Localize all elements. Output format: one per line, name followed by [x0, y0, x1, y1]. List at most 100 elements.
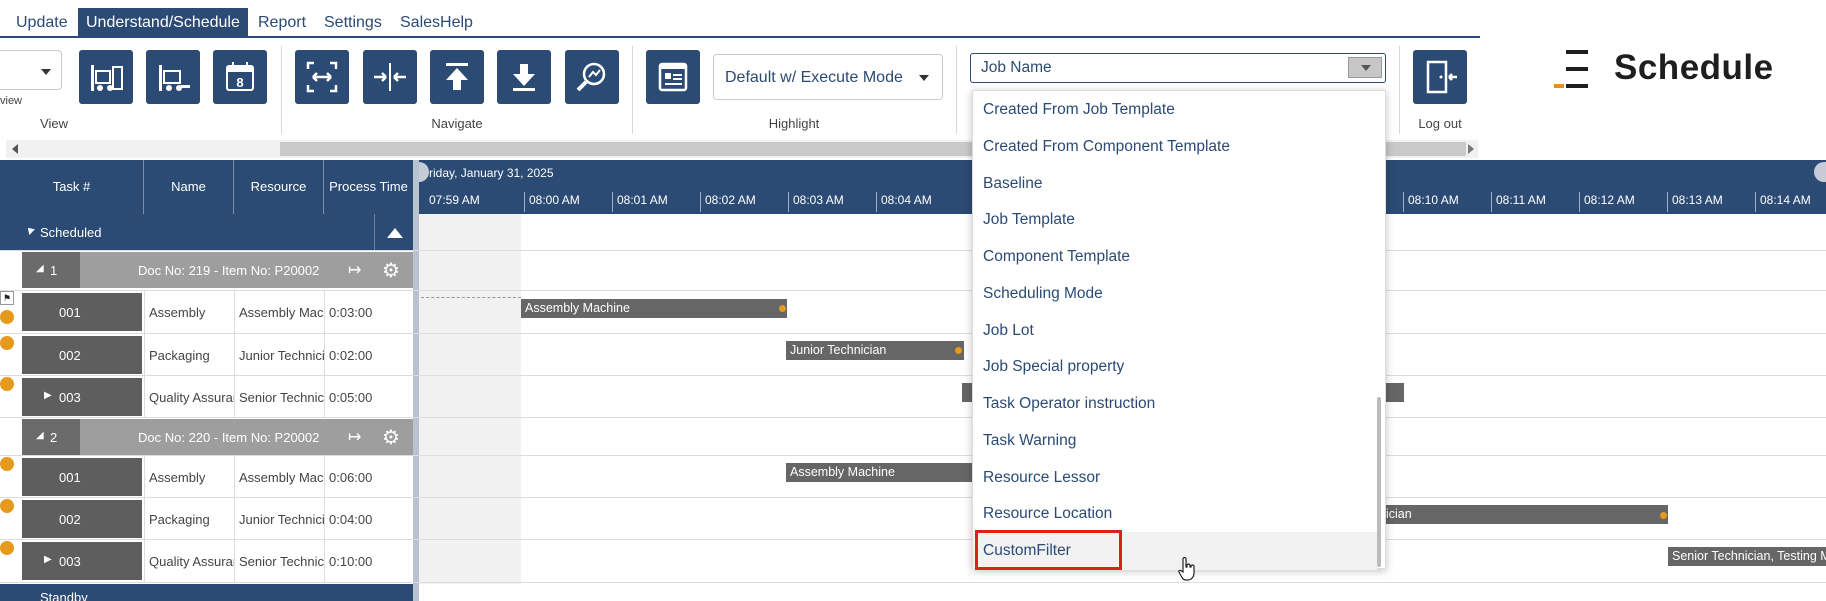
tab-settings[interactable]: Settings	[316, 8, 390, 38]
filter-dropdown-toggle[interactable]	[1348, 57, 1382, 78]
filter-field-combo[interactable]: Job Name	[970, 53, 1386, 83]
job-group-row[interactable]: ◢ 2 Doc No: 220 - Item No: P20002 ↦ ⚙	[0, 419, 1826, 455]
view-select[interactable]	[0, 50, 62, 90]
hand-cursor-icon	[1178, 556, 1195, 581]
highlight-mode-select[interactable]: Default w/ Execute Mode	[713, 54, 943, 100]
timeline-time: 08:00 AM	[524, 192, 580, 212]
timeline-time: 08:12 AM	[1579, 192, 1635, 212]
task-number-cell: 002	[22, 500, 142, 538]
move-to-top-button[interactable]	[430, 50, 484, 104]
gantt-bar[interactable]: Junior Technician	[786, 341, 964, 360]
chevron-down-icon	[1361, 65, 1371, 71]
forklift-icon	[159, 65, 190, 91]
status-dot-icon	[0, 377, 14, 391]
task-resource: Assembly Mach	[234, 291, 324, 333]
expand-triangle-icon[interactable]	[25, 225, 35, 235]
find-task-button[interactable]	[565, 50, 619, 104]
task-name: Quality Assuran	[144, 376, 234, 418]
gantt-end-dot	[779, 305, 786, 312]
collapse-section-button[interactable]	[374, 214, 413, 250]
gantt-bar[interactable]: Assembly Machine	[786, 463, 976, 482]
filter-field-value: Job Name	[981, 59, 1052, 76]
move-to-bottom-button[interactable]	[497, 50, 551, 104]
scroll-right-icon[interactable]	[1468, 144, 1474, 154]
timeline-prev-icon[interactable]	[419, 162, 429, 182]
forklift-list-icon	[91, 65, 123, 91]
dropdown-option[interactable]: Resource Location	[983, 500, 1112, 528]
gear-icon[interactable]: ⚙	[382, 258, 400, 283]
dropdown-option[interactable]: Baseline	[983, 170, 1042, 198]
task-resource: Junior Technicia	[234, 498, 324, 540]
job-group-title: Doc No: 219 - Item No: P20002	[138, 263, 320, 278]
push-right-icon[interactable]: ↦	[348, 260, 361, 280]
task-process-time: 0:03:00	[324, 291, 413, 333]
task-name: Packaging	[144, 498, 234, 540]
expand-triangle-icon[interactable]: ◢	[36, 430, 44, 441]
logout-door-icon	[1426, 60, 1457, 94]
task-row[interactable]: ▶ 003 Quality Assuran Senior Technicia 0…	[0, 540, 1826, 582]
task-process-time: 0:06:00	[324, 456, 413, 498]
column-header-resource[interactable]: Resource	[234, 160, 324, 214]
calendar-icon: 8	[226, 62, 254, 91]
dropdown-option[interactable]: Created From Component Template	[983, 133, 1230, 161]
logout-button[interactable]	[1413, 50, 1467, 104]
expand-triangle-icon[interactable]: ▶	[44, 390, 52, 401]
dropdown-option[interactable]: Job Template	[983, 206, 1075, 234]
section-scheduled: Scheduled	[0, 214, 413, 250]
column-header-task-num[interactable]: Task #	[0, 160, 144, 214]
job-group-number: ◢ 1	[22, 252, 82, 288]
dropdown-option[interactable]: Created From Job Template	[983, 96, 1175, 124]
expand-triangle-icon[interactable]: ◢	[36, 263, 44, 274]
tab-update[interactable]: Update	[8, 8, 76, 38]
collapse-center-button[interactable]	[363, 50, 417, 104]
task-row[interactable]: 001 Assembly Assembly Mach 0:03:00	[0, 291, 1826, 333]
timeline-time: 08:01 AM	[612, 192, 668, 212]
forklift-list-button[interactable]	[79, 50, 133, 104]
filter-field-dropdown-list: Created From Job Template Created From C…	[972, 90, 1386, 570]
task-number-cell: 001	[22, 293, 142, 331]
view-select-label: view	[0, 95, 23, 107]
timeline-next-icon[interactable]	[1814, 162, 1826, 182]
gantt-bar[interactable]: Assembly Machine	[521, 299, 787, 318]
column-header-name[interactable]: Name	[144, 160, 234, 214]
task-row[interactable]: ▶ 003 Quality Assuran Senior Technicia 0…	[0, 376, 1826, 418]
dropdown-scrollbar[interactable]	[1377, 397, 1381, 567]
task-number: 003	[59, 554, 81, 569]
scroll-left-icon[interactable]	[12, 144, 18, 154]
group-label-view: View	[40, 116, 68, 131]
task-resource: Senior Technicia	[234, 376, 324, 418]
tab-saleshelp[interactable]: SalesHelp	[392, 8, 481, 38]
status-dot-icon	[0, 336, 14, 350]
tab-report[interactable]: Report	[250, 8, 314, 38]
task-name: Assembly	[144, 456, 234, 498]
dropdown-option[interactable]: Scheduling Mode	[983, 280, 1103, 308]
highlight-settings-button[interactable]	[646, 50, 700, 104]
push-right-icon[interactable]: ↦	[348, 427, 361, 447]
task-number: 002	[59, 512, 81, 527]
dropdown-option[interactable]: Task Operator instruction	[983, 390, 1155, 418]
job-group-row[interactable]: ◢ 1 Doc No: 219 - Item No: P20002 ↦ ⚙	[0, 252, 1826, 288]
dropdown-option[interactable]: Component Template	[983, 243, 1130, 271]
gantt-bar[interactable]: Senior Technician, Testing M	[1668, 547, 1826, 566]
timeline-time: 08:10 AM	[1403, 192, 1459, 212]
group-label-navigate: Navigate	[431, 116, 483, 131]
task-number-cell: ▶ 003	[22, 378, 142, 416]
collapse-arrows-icon	[374, 63, 406, 91]
column-header-process-time[interactable]: Process Time	[324, 160, 413, 214]
dropdown-option[interactable]: Job Lot	[983, 317, 1034, 345]
task-process-time: 0:04:00	[324, 498, 413, 540]
dropdown-option[interactable]: Task Warning	[983, 427, 1076, 455]
calendar-button[interactable]: 8	[213, 50, 267, 104]
tab-understand-schedule[interactable]: Understand/Schedule	[78, 8, 248, 38]
gear-icon[interactable]: ⚙	[382, 425, 400, 450]
fit-to-screen-button[interactable]	[295, 50, 349, 104]
dropdown-option[interactable]: Job Special property	[983, 353, 1124, 381]
task-number-cell: 001	[22, 458, 142, 496]
status-dot-icon	[0, 499, 14, 513]
dropdown-option[interactable]: Resource Lessor	[983, 464, 1100, 492]
forklift-button[interactable]	[146, 50, 200, 104]
task-number-cell: ▶ 003	[22, 542, 142, 580]
expand-triangle-icon[interactable]: ▶	[44, 554, 52, 565]
gantt-bar[interactable]: ician	[1382, 505, 1668, 524]
flag-icon[interactable]: ⚑	[0, 291, 14, 305]
